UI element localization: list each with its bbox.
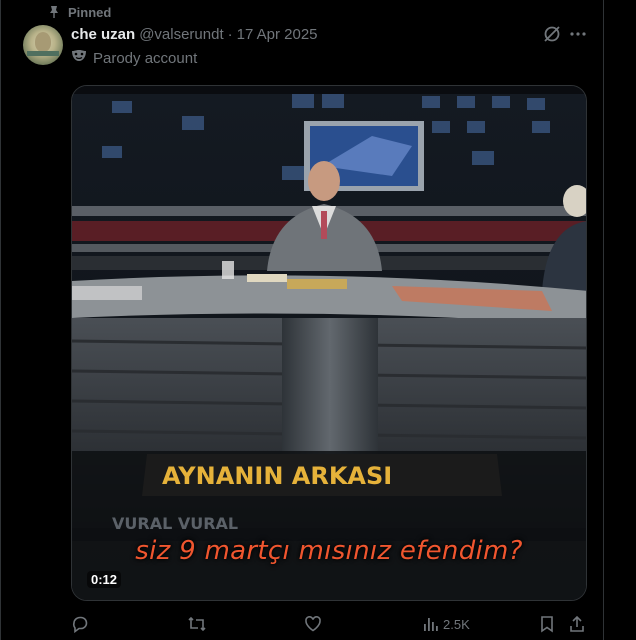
grok-button[interactable]	[542, 24, 562, 44]
more-options-button[interactable]	[568, 24, 588, 44]
video-player[interactable]: AYNANIN ARKASI VURAL VURAL siz 9 martçı …	[71, 85, 587, 601]
tweet-date[interactable]: 17 Apr 2025	[237, 26, 318, 43]
share-button[interactable]	[568, 612, 586, 636]
parody-mask-icon	[71, 49, 87, 67]
like-button[interactable]	[304, 612, 322, 636]
more-icon	[568, 31, 588, 48]
pinned-label: Pinned	[68, 4, 112, 20]
video-caption: siz 9 martçı mısınız efendim?	[135, 536, 523, 566]
views-button[interactable]: 2.5K	[421, 612, 470, 636]
display-name[interactable]: che uzan	[71, 26, 135, 43]
tweet-header: che uzan @valserundt · 17 Apr 2025	[71, 24, 318, 44]
guest-name-lower-third: VURAL VURAL	[112, 514, 238, 533]
program-title-banner: AYNANIN ARKASI	[162, 462, 392, 490]
separator: ·	[227, 25, 233, 43]
views-icon	[421, 615, 439, 633]
retweet-button[interactable]	[187, 612, 207, 636]
video-timestamp: 0:12	[87, 571, 122, 588]
retweet-icon	[187, 615, 207, 633]
parody-label: Parody account	[93, 49, 198, 67]
grok-icon	[542, 26, 562, 48]
like-icon	[304, 615, 322, 633]
reply-icon	[71, 615, 89, 633]
pinned-indicator: Pinned	[48, 3, 111, 21]
parody-badge: Parody account	[71, 48, 197, 68]
share-icon	[568, 615, 586, 633]
reply-button[interactable]	[71, 612, 89, 636]
bookmark-button[interactable]	[539, 612, 555, 636]
video-frame: AYNANIN ARKASI VURAL VURAL	[72, 86, 586, 600]
pin-icon	[48, 5, 60, 19]
column-border-right	[603, 0, 604, 640]
tweet-actions: 2.5K	[71, 612, 587, 636]
avatar[interactable]	[23, 25, 63, 65]
user-handle[interactable]: @valserundt	[139, 26, 223, 43]
bookmark-icon	[539, 615, 555, 633]
views-count: 2.5K	[443, 616, 470, 632]
column-border-left	[0, 0, 1, 640]
